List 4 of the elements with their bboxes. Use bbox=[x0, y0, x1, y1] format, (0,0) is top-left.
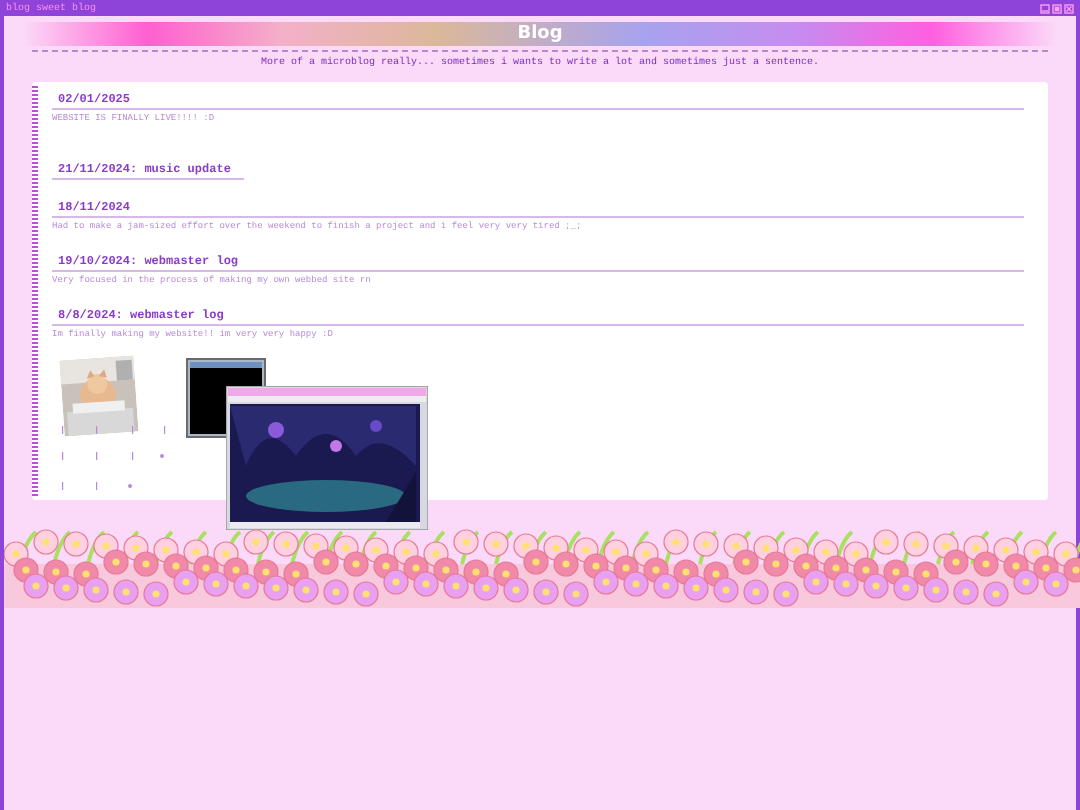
maximize-icon[interactable] bbox=[1052, 3, 1062, 13]
minimize-icon[interactable] bbox=[1040, 3, 1050, 13]
banner-title: Blog bbox=[517, 25, 563, 43]
close-icon[interactable] bbox=[1064, 3, 1074, 13]
